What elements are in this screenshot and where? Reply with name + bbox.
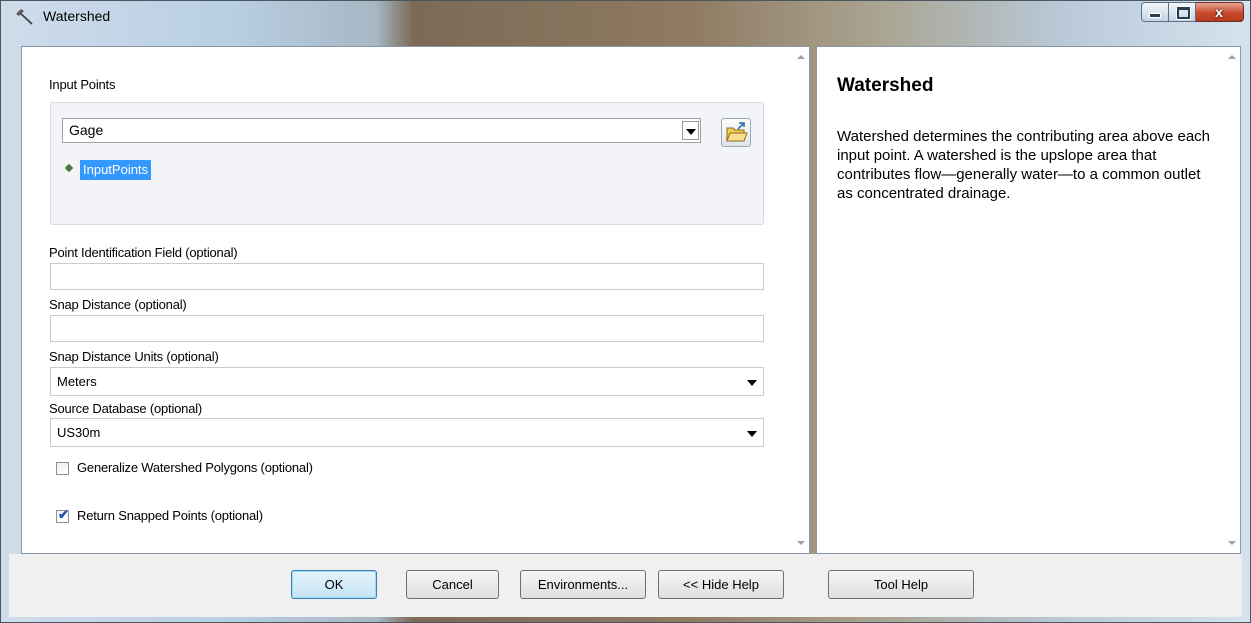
maximize-icon: [1177, 7, 1190, 19]
ok-button[interactable]: OK: [291, 570, 377, 599]
parameters-scrollbar[interactable]: [792, 47, 809, 553]
hide-help-button[interactable]: << Hide Help: [658, 570, 784, 599]
generalize-label: Generalize Watershed Polygons (optional): [77, 460, 313, 475]
help-panel: Watershed Watershed determines the contr…: [816, 46, 1241, 554]
chevron-down-icon: [747, 431, 757, 437]
point-id-field-label: Point Identification Field (optional): [49, 245, 238, 260]
window-controls: x: [1141, 2, 1244, 22]
point-id-field-input[interactable]: [50, 263, 764, 290]
input-points-value: Gage: [69, 122, 104, 138]
scroll-up-icon[interactable]: [1228, 55, 1236, 59]
help-scrollbar[interactable]: [1223, 47, 1240, 553]
watershed-dialog: Watershed x Input Points Gage InputPoint…: [0, 0, 1251, 623]
snap-distance-input[interactable]: [50, 315, 764, 342]
snap-distance-units-label: Snap Distance Units (optional): [49, 349, 219, 364]
hammer-icon: [16, 9, 33, 25]
return-snapped-checkbox[interactable]: ✔: [56, 507, 69, 523]
browse-button[interactable]: [721, 118, 751, 147]
snap-distance-label: Snap Distance (optional): [49, 297, 187, 312]
input-points-label: Input Points: [49, 77, 116, 92]
chevron-down-icon: [686, 129, 696, 135]
snap-distance-units-select[interactable]: Meters: [50, 367, 764, 396]
input-points-combo[interactable]: Gage: [62, 118, 701, 143]
source-database-select[interactable]: US30m: [50, 418, 764, 447]
chevron-down-icon: [747, 380, 757, 386]
environments-button[interactable]: Environments...: [520, 570, 646, 599]
minimize-button[interactable]: [1141, 2, 1169, 22]
close-icon: x: [1215, 4, 1223, 20]
source-database-value: US30m: [57, 425, 101, 440]
snap-distance-units-value: Meters: [57, 374, 97, 389]
maximize-button[interactable]: [1169, 2, 1196, 22]
input-points-dropdown-button[interactable]: [682, 121, 699, 140]
window-title: Watershed: [43, 8, 111, 24]
tool-help-button[interactable]: Tool Help: [828, 570, 974, 599]
generalize-checkbox[interactable]: [56, 462, 69, 475]
close-button[interactable]: x: [1196, 2, 1244, 22]
list-item-label: InputPoints: [80, 160, 152, 180]
open-folder-icon: [726, 122, 748, 142]
scroll-up-icon[interactable]: [797, 55, 805, 59]
cancel-button[interactable]: Cancel: [406, 570, 499, 599]
button-bar: OK Cancel Environments... << Hide Help T…: [9, 554, 1242, 617]
help-title: Watershed: [837, 75, 934, 96]
return-snapped-label: Return Snapped Points (optional): [77, 508, 263, 523]
scroll-down-icon[interactable]: [797, 541, 805, 545]
source-database-label: Source Database (optional): [49, 401, 203, 416]
parameters-panel: Input Points Gage InputPoints Point Iden…: [21, 46, 810, 554]
checkmark-icon: ✔: [58, 507, 69, 522]
help-body: Watershed determines the contributing ar…: [837, 128, 1211, 202]
minimize-icon: [1150, 14, 1160, 17]
scroll-down-icon[interactable]: [1228, 541, 1236, 545]
title-bar[interactable]: Watershed x: [1, 1, 1250, 31]
